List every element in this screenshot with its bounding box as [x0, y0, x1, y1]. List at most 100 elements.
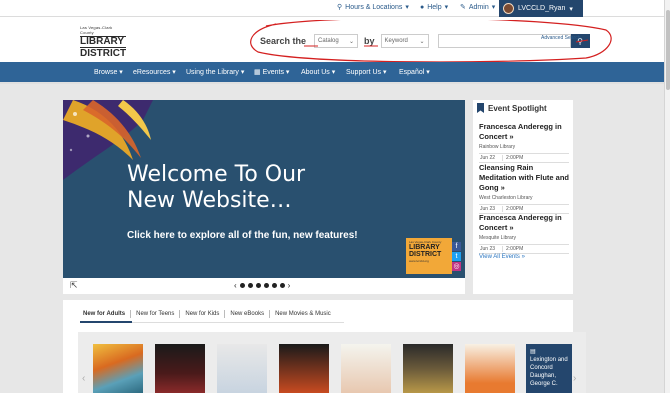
bookmark-icon [477, 103, 484, 113]
field-select[interactable]: Keyword ⌄ [380, 34, 429, 48]
book-cover[interactable] [279, 344, 329, 393]
event-item[interactable]: Cleansing Rain Meditation with Flute and… [479, 163, 569, 214]
event-datetime: Jun 22 2:00PM [479, 153, 569, 163]
field-value: Keyword [384, 38, 408, 44]
slide-dot[interactable] [263, 283, 269, 288]
selected-book-title: Lexington and Concord Daughan, George C. [530, 357, 568, 387]
scope-select[interactable]: Catalog ⌄ [314, 34, 359, 48]
slide-dot[interactable] [279, 283, 285, 288]
nav-eresources-label: eResources [133, 69, 171, 76]
by-label: by [364, 36, 375, 46]
nav-browse-label: Browse [94, 69, 118, 76]
hero-title-line1: Welcome To Our [127, 162, 306, 187]
help-label: Help [427, 3, 442, 11]
carousel-prev-icon[interactable]: ‹ [82, 373, 85, 384]
slide-dot[interactable] [239, 283, 245, 288]
hero-title: Welcome To Our New Website… [127, 162, 305, 214]
event-title[interactable]: Francesca Anderegg in Concert » [479, 213, 569, 233]
book-cover[interactable] [465, 344, 515, 393]
book-cover-selected[interactable]: ▤ Lexington and Concord Daughan, George … [526, 344, 572, 393]
hero-subtitle: Click here to explore all of the fun, ne… [127, 230, 358, 241]
library-logo[interactable]: Las Vegas-Clark County LIBRARY DISTRICT [80, 25, 126, 59]
chevron-down-icon: ▾ [569, 5, 573, 13]
slide-dot[interactable] [271, 283, 277, 288]
tab-new-teens[interactable]: New for Teens [130, 310, 179, 318]
page-scrollbar[interactable] [664, 0, 670, 393]
instagram-icon: ◎ [452, 262, 461, 271]
badge-library: LIBRARY [409, 244, 440, 251]
admin-link[interactable]: ✎ Admin ▾ [460, 3, 496, 12]
badge-url: www.lvccld.org [409, 259, 429, 263]
view-all-events-link[interactable]: View All Events » [479, 254, 525, 260]
book-cover[interactable] [403, 344, 453, 393]
event-location: Rainbow Library [479, 144, 516, 150]
question-icon: ● [420, 3, 425, 11]
hero-slide[interactable]: Welcome To Our New Website… Click here t… [63, 100, 465, 278]
book-cover[interactable] [217, 344, 267, 393]
event-spotlight-header: Event Spotlight [477, 103, 547, 113]
calendar-icon: ▦ [254, 69, 261, 76]
tab-new-adults[interactable]: New for Adults [80, 310, 130, 318]
new-items-tabs: New for Adults New for Teens New for Kid… [80, 310, 336, 318]
book-icon: ▤ [530, 349, 536, 355]
library-badge: Las Vegas-Clark County LIBRARY DISTRICT … [406, 238, 452, 274]
nav-eresources[interactable]: eResources ▾ [133, 68, 176, 76]
book-cover[interactable] [341, 344, 391, 393]
slide-dot[interactable] [247, 283, 253, 288]
chevron-left-icon[interactable]: ‹ [234, 281, 237, 290]
nav-espanol[interactable]: Español ▾ [399, 68, 430, 76]
twitter-icon: t [452, 252, 461, 261]
nav-support-label: Support Us [346, 69, 382, 76]
hours-label: Hours & Locations [345, 3, 403, 11]
tab-new-ebooks[interactable]: New eBooks [224, 310, 269, 318]
hours-locations-link[interactable]: ⚲ Hours & Locations ▾ [337, 3, 409, 12]
carousel-next-icon[interactable]: › [573, 373, 576, 384]
nav-support-us[interactable]: Support Us ▾ [346, 68, 387, 76]
chevron-down-icon: ▾ [405, 4, 409, 11]
logo-district: DISTRICT [80, 48, 127, 59]
nav-about-label: About Us [301, 69, 330, 76]
event-date: Jun 23 [479, 206, 503, 212]
advanced-search-link[interactable]: Advanced Search [541, 35, 580, 41]
share-icon[interactable]: ⇱ [70, 280, 78, 291]
event-item[interactable]: Francesca Anderegg in Concert » Mesquite… [479, 213, 569, 254]
utility-bar: ⚲ Hours & Locations ▾ ● Help ▾ ✎ Admin ▾… [0, 0, 670, 17]
event-time: 2:00PM [506, 206, 524, 212]
tab-new-kids[interactable]: New for Kids [179, 310, 224, 318]
tab-new-movies-music[interactable]: New Movies & Music [269, 310, 336, 318]
chevron-down-icon: ⌄ [349, 38, 355, 45]
nav-espanol-label: Español [399, 69, 425, 76]
scrollbar-thumb[interactable] [666, 10, 670, 90]
event-spotlight-title: Event Spotlight [488, 103, 547, 113]
event-time: 2:00PM [506, 155, 524, 161]
nav-events[interactable]: ▦ Events ▾ [254, 68, 289, 76]
help-link[interactable]: ● Help ▾ [420, 3, 448, 12]
scope-value: Catalog [318, 38, 339, 44]
username: LVCCLD_Ryan [518, 5, 566, 12]
book-cover[interactable] [93, 344, 143, 393]
event-date: Jun 23 [479, 246, 503, 252]
nav-divider [0, 82, 664, 84]
event-datetime: Jun 23 2:00PM [479, 244, 569, 254]
search-label: Search the [260, 36, 307, 46]
badge-district: DISTRICT [409, 251, 442, 258]
user-menu[interactable]: LVCCLD_Ryan ▾ [499, 0, 583, 17]
logo-tagline: Las Vegas-Clark County [80, 25, 113, 35]
chevron-down-icon: ⌄ [419, 38, 425, 45]
chevron-down-icon: ▾ [491, 4, 496, 11]
nav-using-library[interactable]: Using the Library ▾ [186, 68, 244, 76]
main-nav: Browse ▾ eResources ▾ Using the Library … [0, 62, 664, 82]
slide-pager: ‹ › [234, 281, 290, 290]
book-cover[interactable] [155, 344, 205, 393]
hero-title-line2: New Website… [127, 188, 292, 213]
active-tab-indicator [80, 321, 132, 323]
chevron-right-icon[interactable]: › [288, 281, 291, 290]
avatar [503, 3, 514, 14]
facebook-icon: f [452, 242, 461, 251]
event-title[interactable]: Francesca Anderegg in Concert » [479, 122, 569, 142]
slide-dot[interactable] [255, 283, 261, 288]
event-title[interactable]: Cleansing Rain Meditation with Flute and… [479, 163, 569, 193]
nav-browse[interactable]: Browse ▾ [94, 68, 123, 76]
event-item[interactable]: Francesca Anderegg in Concert » Rainbow … [479, 122, 569, 163]
nav-about-us[interactable]: About Us ▾ [301, 68, 335, 76]
